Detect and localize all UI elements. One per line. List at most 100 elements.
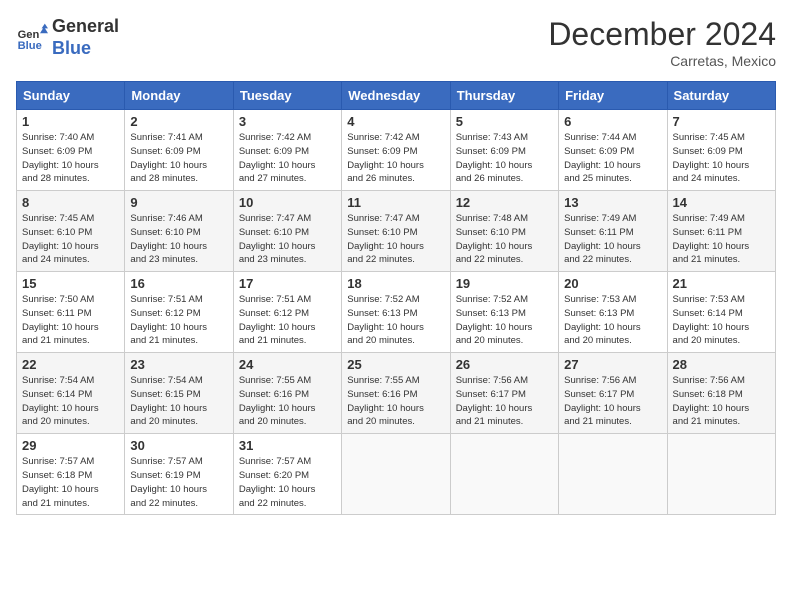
day-number: 27 [564, 357, 661, 372]
day-number: 14 [673, 195, 770, 210]
day-info: Sunrise: 7:45 AMSunset: 6:09 PMDaylight:… [673, 131, 770, 186]
day-cell: 8 Sunrise: 7:45 AMSunset: 6:10 PMDaylight… [17, 191, 125, 272]
day-number: 17 [239, 276, 336, 291]
day-info: Sunrise: 7:52 AMSunset: 6:13 PMDaylight:… [347, 293, 444, 348]
location: Carretas, Mexico [548, 53, 776, 69]
day-info: Sunrise: 7:57 AMSunset: 6:18 PMDaylight:… [22, 455, 119, 510]
day-info: Sunrise: 7:43 AMSunset: 6:09 PMDaylight:… [456, 131, 553, 186]
day-info: Sunrise: 7:53 AMSunset: 6:13 PMDaylight:… [564, 293, 661, 348]
day-number: 19 [456, 276, 553, 291]
day-info: Sunrise: 7:42 AMSunset: 6:09 PMDaylight:… [239, 131, 336, 186]
day-info: Sunrise: 7:49 AMSunset: 6:11 PMDaylight:… [564, 212, 661, 267]
day-number: 30 [130, 438, 227, 453]
day-cell: 13Sunrise: 7:49 AMSunset: 6:11 PMDayligh… [559, 191, 667, 272]
day-cell [559, 434, 667, 515]
day-cell: 24 Sunrise: 7:55 AMSunset: 6:16 PMDayligh… [233, 353, 341, 434]
day-info: Sunrise: 7:57 AMSunset: 6:20 PMDaylight:… [239, 455, 336, 510]
day-cell: 26 Sunrise: 7:56 AMSunset: 6:17 PMDayligh… [450, 353, 558, 434]
day-info: Sunrise: 7:49 AMSunset: 6:11 PMDaylight:… [673, 212, 770, 267]
day-number: 10 [239, 195, 336, 210]
day-cell: 12 Sunrise: 7:48 AMSunset: 6:10 PMDayligh… [450, 191, 558, 272]
day-number: 11 [347, 195, 444, 210]
day-number: 2 [130, 114, 227, 129]
day-number: 31 [239, 438, 336, 453]
weekday-header-saturday: Saturday [667, 82, 775, 110]
day-cell: 25 Sunrise: 7:55 AMSunset: 6:16 PMDayligh… [342, 353, 450, 434]
day-cell: 6 Sunrise: 7:44 AMSunset: 6:09 PMDaylight… [559, 110, 667, 191]
weekday-header-row: SundayMondayTuesdayWednesdayThursdayFrid… [17, 82, 776, 110]
day-number: 1 [22, 114, 119, 129]
logo-text-line1: General [52, 16, 119, 38]
day-info: Sunrise: 7:55 AMSunset: 6:16 PMDaylight:… [239, 374, 336, 429]
day-cell: 28 Sunrise: 7:56 AMSunset: 6:18 PMDayligh… [667, 353, 775, 434]
day-number: 9 [130, 195, 227, 210]
day-number: 25 [347, 357, 444, 372]
week-row-1: 1 Sunrise: 7:40 AMSunset: 6:09 PMDaylight… [17, 110, 776, 191]
day-cell [342, 434, 450, 515]
logo: Gen Blue General Blue [16, 16, 119, 59]
day-info: Sunrise: 7:51 AMSunset: 6:12 PMDaylight:… [239, 293, 336, 348]
weekday-header-tuesday: Tuesday [233, 82, 341, 110]
day-info: Sunrise: 7:56 AMSunset: 6:18 PMDaylight:… [673, 374, 770, 429]
day-number: 20 [564, 276, 661, 291]
day-info: Sunrise: 7:46 AMSunset: 6:10 PMDaylight:… [130, 212, 227, 267]
day-cell: 20 Sunrise: 7:53 AMSunset: 6:13 PMDayligh… [559, 272, 667, 353]
day-info: Sunrise: 7:57 AMSunset: 6:19 PMDaylight:… [130, 455, 227, 510]
day-cell: 16 Sunrise: 7:51 AMSunset: 6:12 PMDayligh… [125, 272, 233, 353]
day-info: Sunrise: 7:40 AMSunset: 6:09 PMDaylight:… [22, 131, 119, 186]
calendar-table: SundayMondayTuesdayWednesdayThursdayFrid… [16, 81, 776, 515]
day-number: 15 [22, 276, 119, 291]
day-info: Sunrise: 7:47 AMSunset: 6:10 PMDaylight:… [239, 212, 336, 267]
logo-icon: Gen Blue [16, 22, 48, 54]
day-number: 3 [239, 114, 336, 129]
day-cell: 22 Sunrise: 7:54 AMSunset: 6:14 PMDayligh… [17, 353, 125, 434]
day-cell: 7Sunrise: 7:45 AMSunset: 6:09 PMDaylight… [667, 110, 775, 191]
day-cell: 1 Sunrise: 7:40 AMSunset: 6:09 PMDaylight… [17, 110, 125, 191]
weekday-header-wednesday: Wednesday [342, 82, 450, 110]
weekday-header-thursday: Thursday [450, 82, 558, 110]
day-cell: 14 Sunrise: 7:49 AMSunset: 6:11 PMDayligh… [667, 191, 775, 272]
day-cell: 2Sunrise: 7:41 AMSunset: 6:09 PMDaylight… [125, 110, 233, 191]
day-info: Sunrise: 7:44 AMSunset: 6:09 PMDaylight:… [564, 131, 661, 186]
day-info: Sunrise: 7:52 AMSunset: 6:13 PMDaylight:… [456, 293, 553, 348]
day-info: Sunrise: 7:54 AMSunset: 6:14 PMDaylight:… [22, 374, 119, 429]
day-number: 12 [456, 195, 553, 210]
day-number: 8 [22, 195, 119, 210]
day-info: Sunrise: 7:51 AMSunset: 6:12 PMDaylight:… [130, 293, 227, 348]
day-cell: 9 Sunrise: 7:46 AMSunset: 6:10 PMDaylight… [125, 191, 233, 272]
day-cell: 29 Sunrise: 7:57 AMSunset: 6:18 PMDayligh… [17, 434, 125, 515]
day-number: 6 [564, 114, 661, 129]
title-block: December 2024 Carretas, Mexico [548, 16, 776, 69]
day-info: Sunrise: 7:56 AMSunset: 6:17 PMDaylight:… [564, 374, 661, 429]
day-cell: 3 Sunrise: 7:42 AMSunset: 6:09 PMDaylight… [233, 110, 341, 191]
day-number: 28 [673, 357, 770, 372]
day-cell: 30 Sunrise: 7:57 AMSunset: 6:19 PMDayligh… [125, 434, 233, 515]
day-number: 29 [22, 438, 119, 453]
day-info: Sunrise: 7:55 AMSunset: 6:16 PMDaylight:… [347, 374, 444, 429]
day-info: Sunrise: 7:45 AMSunset: 6:10 PMDaylight:… [22, 212, 119, 267]
page-header: Gen Blue General Blue December 2024 Carr… [16, 16, 776, 69]
day-number: 21 [673, 276, 770, 291]
day-number: 23 [130, 357, 227, 372]
day-info: Sunrise: 7:42 AMSunset: 6:09 PMDaylight:… [347, 131, 444, 186]
week-row-4: 22 Sunrise: 7:54 AMSunset: 6:14 PMDayligh… [17, 353, 776, 434]
day-cell: 23 Sunrise: 7:54 AMSunset: 6:15 PMDayligh… [125, 353, 233, 434]
day-number: 24 [239, 357, 336, 372]
day-number: 16 [130, 276, 227, 291]
weekday-header-friday: Friday [559, 82, 667, 110]
day-cell: 31 Sunrise: 7:57 AMSunset: 6:20 PMDayligh… [233, 434, 341, 515]
day-number: 26 [456, 357, 553, 372]
weekday-header-monday: Monday [125, 82, 233, 110]
day-cell: 15Sunrise: 7:50 AMSunset: 6:11 PMDayligh… [17, 272, 125, 353]
day-number: 22 [22, 357, 119, 372]
day-cell: 21Sunrise: 7:53 AMSunset: 6:14 PMDayligh… [667, 272, 775, 353]
day-cell: 27 Sunrise: 7:56 AMSunset: 6:17 PMDayligh… [559, 353, 667, 434]
weekday-header-sunday: Sunday [17, 82, 125, 110]
day-info: Sunrise: 7:56 AMSunset: 6:17 PMDaylight:… [456, 374, 553, 429]
svg-text:Gen: Gen [18, 29, 40, 41]
day-info: Sunrise: 7:54 AMSunset: 6:15 PMDaylight:… [130, 374, 227, 429]
month-title: December 2024 [548, 16, 776, 53]
week-row-2: 8 Sunrise: 7:45 AMSunset: 6:10 PMDaylight… [17, 191, 776, 272]
day-number: 4 [347, 114, 444, 129]
day-info: Sunrise: 7:48 AMSunset: 6:10 PMDaylight:… [456, 212, 553, 267]
